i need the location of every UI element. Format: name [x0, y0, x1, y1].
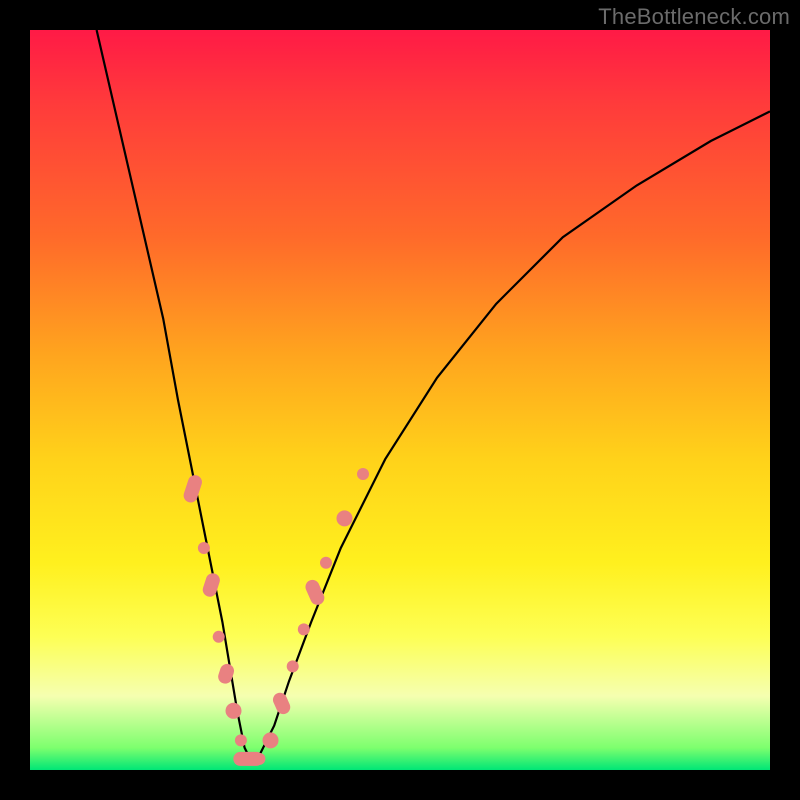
data-marker: [201, 571, 222, 598]
data-marker: [182, 473, 204, 504]
data-marker: [357, 468, 369, 480]
data-marker: [263, 732, 279, 748]
chart-frame: TheBottleneck.com: [0, 0, 800, 800]
watermark-text: TheBottleneck.com: [598, 4, 790, 30]
data-marker: [298, 623, 310, 635]
plot-area: [30, 30, 770, 770]
data-marker: [213, 631, 225, 643]
data-marker: [235, 734, 247, 746]
data-marker: [253, 753, 265, 765]
data-marker: [226, 703, 242, 719]
bottleneck-curve: [97, 30, 770, 763]
data-marker: [198, 542, 210, 554]
curve-svg: [30, 30, 770, 770]
data-marker: [271, 691, 293, 717]
data-marker: [287, 660, 299, 672]
data-marker: [320, 557, 332, 569]
data-marker: [337, 510, 353, 526]
